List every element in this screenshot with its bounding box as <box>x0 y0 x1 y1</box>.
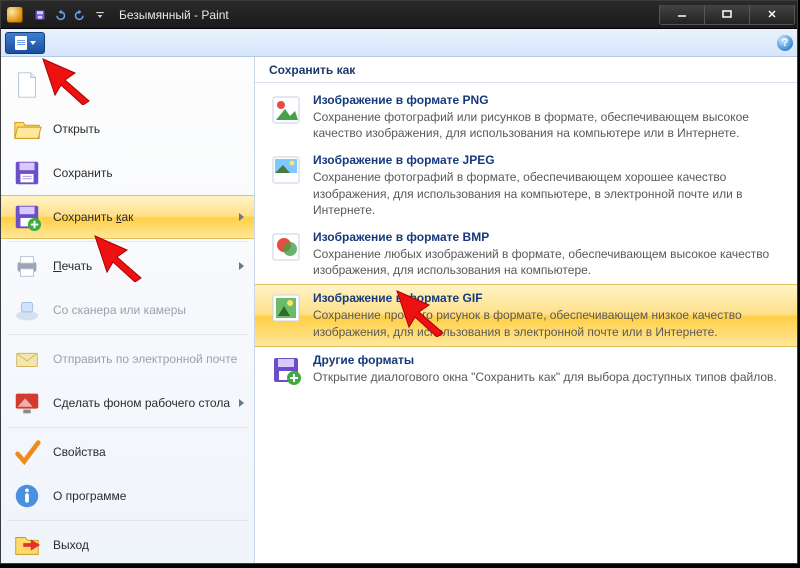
menu-item-label: Выход <box>53 538 89 552</box>
ribbon-bar: ? <box>1 29 797 57</box>
png-icon <box>269 93 303 127</box>
format-desc: Открытие диалогового окна "Сохранить как… <box>313 369 777 385</box>
properties-checkmark-icon <box>11 436 43 468</box>
menu-separator <box>7 520 248 521</box>
menu-item-label: Отправить по электронной почте <box>53 352 237 366</box>
submenu-arrow-icon <box>239 262 244 270</box>
menu-item-label: О программе <box>53 489 126 503</box>
menu-item-email: Отправить по электронной почте <box>1 337 254 381</box>
menu-item-about[interactable]: О программе <box>1 474 254 518</box>
menu-item-set-desktop-bg[interactable]: Сделать фоном рабочего стола <box>1 381 254 425</box>
menu-item-label: Свойства <box>53 445 106 459</box>
about-info-icon <box>11 480 43 512</box>
file-icon <box>15 36 27 50</box>
file-backstage: Открыть Сохранить Сохранить как <box>1 57 797 563</box>
save-floppy-icon <box>11 157 43 189</box>
menu-separator <box>7 334 248 335</box>
close-button[interactable] <box>749 5 795 25</box>
backstage-left-menu: Открыть Сохранить Сохранить как <box>1 57 255 563</box>
menu-separator <box>7 241 248 242</box>
format-desc: Сохранение любых изображений в формате, … <box>313 246 783 278</box>
paint-window: Безымянный - Paint ? <box>0 0 798 564</box>
menu-item-label: Печать <box>53 259 92 273</box>
scanner-icon <box>11 294 43 326</box>
format-title: Изображение в формате BMP <box>313 230 783 244</box>
pane-header: Сохранить как <box>255 57 797 83</box>
jpeg-icon <box>269 153 303 187</box>
menu-item-exit[interactable]: Выход <box>1 523 254 567</box>
menu-item-print[interactable]: Печать <box>1 244 254 288</box>
qat-undo-button[interactable] <box>51 6 69 24</box>
format-title: Изображение в формате JPEG <box>313 153 783 167</box>
menu-item-label: Открыть <box>53 122 100 136</box>
menu-item-from-scanner: Со сканера или камеры <box>1 288 254 332</box>
menu-item-save-as[interactable]: Сохранить как <box>1 195 254 239</box>
format-desc: Сохранение простого рисунок в формате, о… <box>313 307 783 339</box>
window-title: Безымянный - Paint <box>119 8 229 22</box>
submenu-arrow-icon <box>239 213 244 221</box>
new-file-icon <box>11 69 43 101</box>
chevron-down-icon <box>30 41 36 45</box>
menu-item-save[interactable]: Сохранить <box>1 151 254 195</box>
quick-access-toolbar <box>31 6 109 24</box>
format-desc: Сохранение фотографий в формате, обеспеч… <box>313 169 783 218</box>
format-bmp[interactable]: Изображение в формате BMP Сохранение люб… <box>255 224 797 284</box>
maximize-button[interactable] <box>704 5 750 25</box>
qat-redo-button[interactable] <box>71 6 89 24</box>
menu-item-properties[interactable]: Свойства <box>1 430 254 474</box>
menu-item-new[interactable] <box>1 63 254 107</box>
desktop-bg-icon <box>11 387 43 419</box>
window-controls <box>660 5 795 25</box>
open-folder-icon <box>11 113 43 145</box>
email-icon <box>11 343 43 375</box>
save-as-pane: Сохранить как Изображение в формате PNG … <box>255 57 797 563</box>
qat-customize-button[interactable] <box>91 6 109 24</box>
menu-separator <box>7 427 248 428</box>
titlebar: Безымянный - Paint <box>1 1 797 29</box>
bmp-icon <box>269 230 303 264</box>
format-desc: Сохранение фотографий или рисунков в фор… <box>313 109 783 141</box>
menu-item-label: Сохранить <box>53 166 113 180</box>
format-title: Другие форматы <box>313 353 777 367</box>
gif-icon <box>269 291 303 325</box>
save-as-format-list: Изображение в формате PNG Сохранение фот… <box>255 83 797 397</box>
submenu-arrow-icon <box>239 399 244 407</box>
format-gif[interactable]: Изображение в формате GIF Сохранение про… <box>255 284 797 346</box>
other-formats-icon <box>269 353 303 387</box>
paint-app-icon <box>7 7 23 23</box>
menu-item-label: Сохранить как <box>53 210 133 224</box>
help-button[interactable]: ? <box>777 35 793 51</box>
menu-item-label: Сделать фоном рабочего стола <box>53 396 230 410</box>
exit-icon <box>11 529 43 561</box>
save-as-icon <box>11 201 43 233</box>
format-other[interactable]: Другие форматы Открытие диалогового окна… <box>255 347 797 393</box>
format-jpeg[interactable]: Изображение в формате JPEG Сохранение фо… <box>255 147 797 224</box>
format-title: Изображение в формате PNG <box>313 93 783 107</box>
printer-icon <box>11 250 43 282</box>
menu-item-open[interactable]: Открыть <box>1 107 254 151</box>
minimize-button[interactable] <box>659 5 705 25</box>
qat-save-button[interactable] <box>31 6 49 24</box>
file-menu-button[interactable] <box>5 32 45 54</box>
menu-item-label: Со сканера или камеры <box>53 303 186 317</box>
format-png[interactable]: Изображение в формате PNG Сохранение фот… <box>255 87 797 147</box>
format-title: Изображение в формате GIF <box>313 291 783 305</box>
